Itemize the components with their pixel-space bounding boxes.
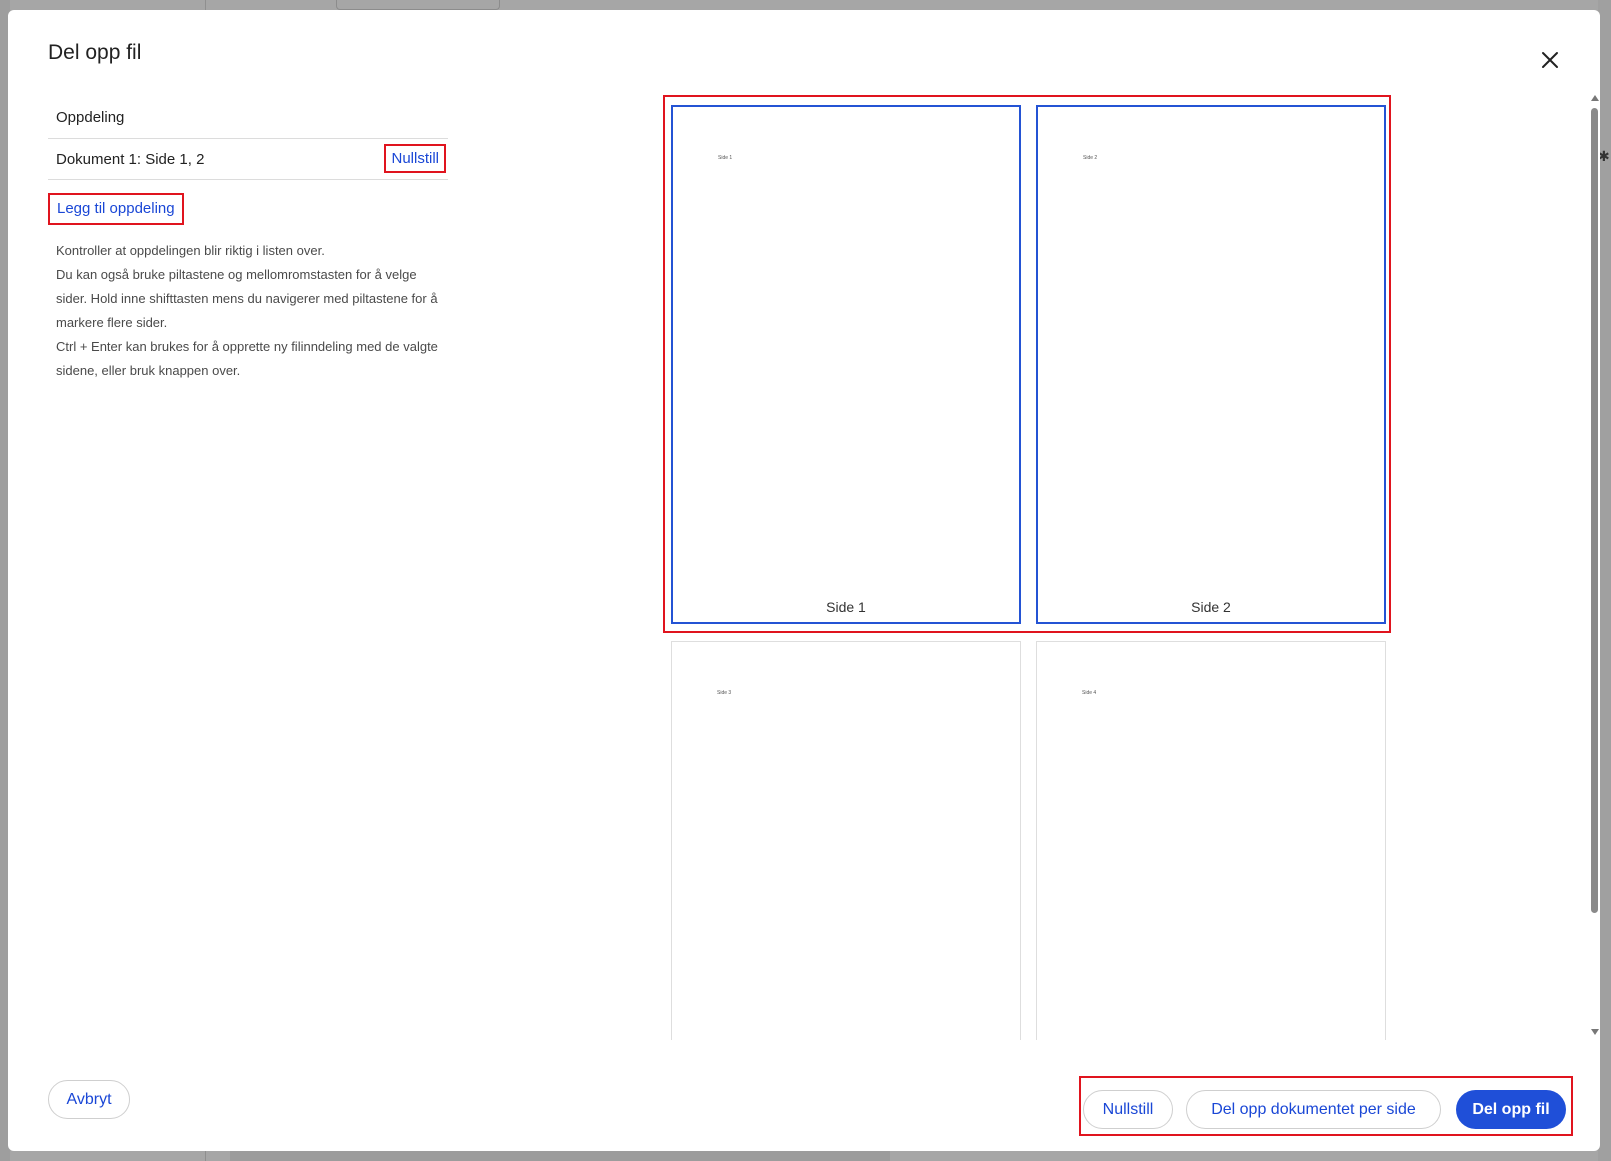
scrollbar-thumb[interactable] xyxy=(1591,108,1598,913)
page-thumbnail[interactable]: Side 2 Side 2 xyxy=(1036,105,1386,624)
close-icon xyxy=(1542,52,1558,68)
page-content-label: Side 4 xyxy=(1082,690,1097,696)
page-content-label: Side 2 xyxy=(1083,155,1098,161)
scroll-down-arrow-icon[interactable] xyxy=(1591,1029,1599,1035)
split-file-button[interactable]: Del opp fil xyxy=(1456,1090,1566,1129)
background-bottom-bar xyxy=(230,1150,890,1161)
add-split-link[interactable]: Legg til oppdeling xyxy=(48,193,184,225)
help-text: Kontroller at oppdelingen blir riktig i … xyxy=(48,239,448,383)
help-line: Kontroller at oppdelingen blir riktig i … xyxy=(56,243,325,258)
split-list-panel: Oppdeling Dokument 1: Side 1, 2 Nullstil… xyxy=(48,98,448,383)
background-tab xyxy=(336,0,500,10)
split-reset-link[interactable]: Nullstill xyxy=(384,144,446,173)
reset-button[interactable]: Nullstill xyxy=(1083,1090,1173,1129)
page-thumbnail[interactable]: Side 4 xyxy=(1036,641,1386,1040)
page-content-label: Side 3 xyxy=(717,690,732,696)
close-button[interactable] xyxy=(1536,46,1564,74)
cancel-button[interactable]: Avbryt xyxy=(48,1080,130,1119)
split-row[interactable]: Dokument 1: Side 1, 2 Nullstill xyxy=(48,138,448,180)
dialog-title: Del opp fil xyxy=(48,41,142,64)
split-heading: Oppdeling xyxy=(56,109,125,126)
page-content-label: Side 1 xyxy=(718,155,733,161)
help-line: Du kan også bruke piltastene og mellomro… xyxy=(56,267,438,330)
help-line: Ctrl + Enter kan brukes for å opprette n… xyxy=(56,339,438,378)
page-caption: Side 2 xyxy=(1191,599,1231,615)
scroll-up-arrow-icon[interactable] xyxy=(1591,95,1599,101)
page-caption: Side 1 xyxy=(826,599,866,615)
split-row-label: Dokument 1: Side 1, 2 xyxy=(56,150,205,168)
page-thumbnails-area: Side 1 Side 1 Side 2 Side 2 Side 3 Side … xyxy=(663,90,1403,1040)
split-per-page-button[interactable]: Del opp dokumentet per side xyxy=(1186,1090,1441,1129)
page-thumbnail[interactable]: Side 3 xyxy=(671,641,1021,1040)
scrollbar[interactable] xyxy=(1588,95,1602,1035)
page-thumbnail[interactable]: Side 1 Side 1 xyxy=(671,105,1021,624)
split-file-dialog: Del opp fil Oppdeling Dokument 1: Side 1… xyxy=(8,10,1600,1151)
